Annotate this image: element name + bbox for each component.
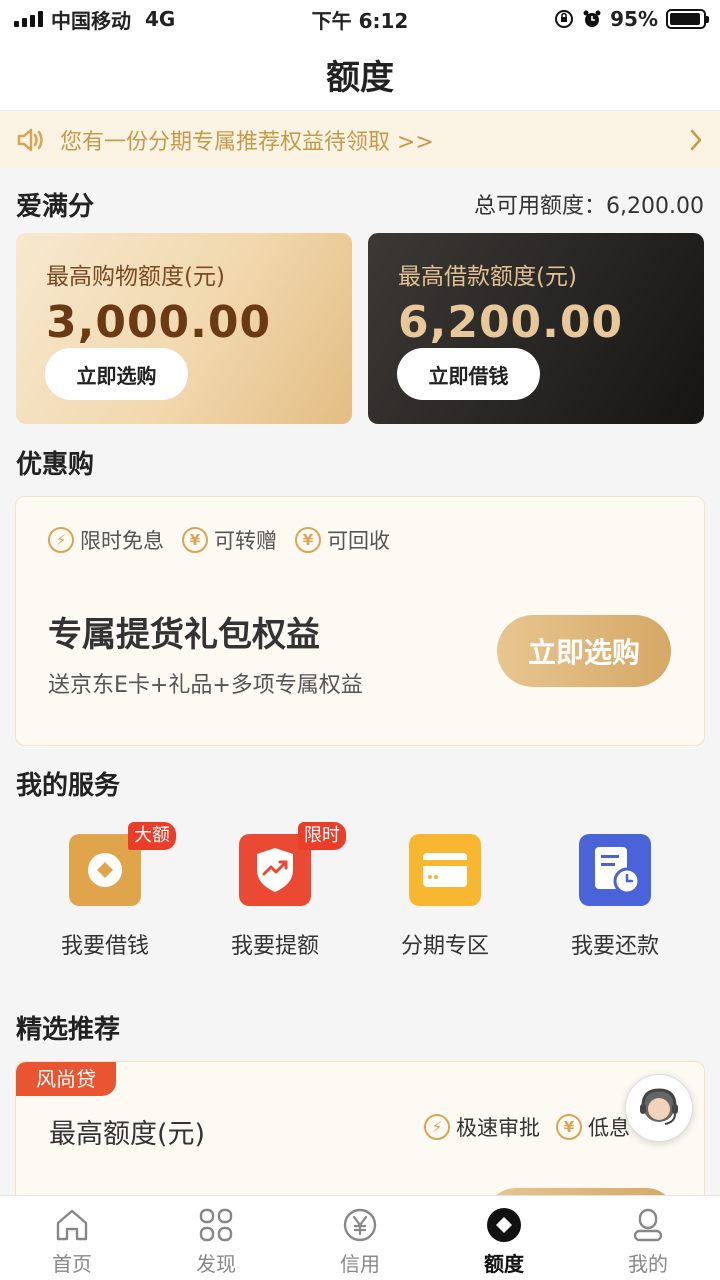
shopping-credit-card[interactable]: 最高购物额度(元) 3,000.00 立即选购 — [16, 233, 352, 424]
feature-label: 极速审批 — [456, 1116, 540, 1140]
service-installments[interactable]: 分期专区 — [360, 834, 530, 964]
section-title-recommend: 精选推荐 — [16, 1015, 121, 1045]
tab-label: 首页 — [52, 1252, 92, 1276]
product-tag: 风尚贷 — [16, 1062, 116, 1096]
service-raise-limit[interactable]: 限时 我要提额 — [190, 822, 360, 964]
status-bar: 中国移动 4G 下午 6:12 95% — [0, 0, 720, 38]
section-title-credit: 爱满分 — [16, 192, 95, 222]
tab-credit[interactable]: 信用 — [288, 1196, 432, 1280]
recommend-feature: ⚡ 极速审批 — [424, 1112, 540, 1142]
service-label: 我要借钱 — [60, 934, 149, 959]
alarm-icon — [583, 10, 601, 27]
promo-tag: ⚡ 限时免息 — [48, 525, 164, 555]
lightning-icon: ⚡ — [424, 1114, 450, 1140]
chevron-right-icon — [690, 129, 702, 151]
shop-now-button[interactable]: 立即选购 — [45, 348, 188, 400]
tab-label: 发现 — [196, 1252, 236, 1276]
customer-service-button[interactable] — [625, 1074, 693, 1142]
clock: 下午 6:12 — [311, 8, 409, 33]
loan-credit-amount: 6,200.00 — [398, 297, 624, 348]
feature-label: 低息 — [588, 1116, 630, 1140]
lightning-icon: ⚡ — [48, 527, 74, 553]
nav-header: 额度 — [0, 38, 720, 111]
recommend-card[interactable]: 风尚贷 最高额度(元) ⚡ 极速审批 ¥ 低息 — [15, 1061, 705, 1211]
max-credit-label: 最高额度(元) — [49, 1119, 206, 1150]
total-available-credit: 总可用额度：6,200.00 — [474, 194, 704, 219]
service-label: 我要提额 — [230, 934, 319, 959]
promo-tag-label: 可转赠 — [214, 529, 277, 553]
notice-bar[interactable]: 您有一份分期专属推荐权益待领取 >> — [0, 112, 720, 168]
promo-card[interactable]: ⚡ 限时免息 ¥ 可转赠 ¥ 可回收 专属提货礼包权益 送京东E卡+礼品+多项专… — [15, 496, 705, 746]
user-icon — [633, 1208, 663, 1242]
promo-tag-label: 可回收 — [327, 529, 390, 553]
promo-tag-label: 限时免息 — [80, 529, 164, 553]
speaker-icon — [17, 128, 43, 152]
promo-tags: ⚡ 限时免息 ¥ 可转赠 ¥ 可回收 — [48, 525, 390, 555]
tab-discover[interactable]: 发现 — [144, 1196, 288, 1280]
page-title: 额度 — [326, 57, 394, 98]
service-badge: 限时 — [298, 822, 346, 850]
service-label: 我要还款 — [570, 934, 659, 959]
promo-shop-now-button[interactable]: 立即选购 — [497, 615, 671, 687]
battery-percent: 95% — [610, 7, 658, 31]
promo-title: 专属提货礼包权益 — [48, 615, 320, 655]
tab-bar: 首页 发现 信用 额度 我的 — [0, 1195, 720, 1280]
recommend-features: ⚡ 极速审批 ¥ 低息 — [424, 1112, 630, 1142]
promo-tag: ¥ 可转赠 — [182, 525, 277, 555]
yen-circle-icon — [343, 1208, 377, 1242]
loan-credit-label: 最高借款额度(元) — [398, 264, 577, 290]
service-label: 分期专区 — [400, 934, 489, 959]
network-type: 4G — [145, 7, 176, 31]
signal-icon — [14, 11, 43, 27]
card-icon — [409, 834, 481, 906]
service-badge: 大额 — [128, 822, 176, 850]
service-borrow[interactable]: 大额 我要借钱 — [20, 822, 190, 964]
home-icon — [56, 1209, 88, 1241]
shopping-credit-amount: 3,000.00 — [46, 297, 272, 348]
promo-subtitle: 送京东E卡+礼品+多项专属权益 — [48, 673, 363, 698]
orientation-lock-icon — [555, 10, 574, 28]
diamond-icon — [487, 1208, 521, 1242]
promo-tag: ¥ 可回收 — [295, 525, 390, 555]
tab-label: 信用 — [340, 1252, 380, 1276]
recommend-feature: ¥ 低息 — [556, 1112, 630, 1142]
yen-icon: ¥ — [295, 527, 321, 553]
loan-credit-card[interactable]: 最高借款额度(元) 6,200.00 立即借钱 — [368, 233, 704, 424]
borrow-now-button[interactable]: 立即借钱 — [397, 348, 540, 400]
tab-label: 我的 — [628, 1252, 668, 1276]
section-title-promo: 优惠购 — [16, 450, 95, 480]
tab-home[interactable]: 首页 — [0, 1196, 144, 1280]
battery-icon — [666, 9, 709, 29]
tab-label: 额度 — [484, 1252, 524, 1276]
yen-icon: ¥ — [182, 527, 208, 553]
customer-service-icon — [640, 1088, 678, 1125]
carrier-name: 中国移动 — [51, 8, 131, 33]
grid-icon — [199, 1208, 233, 1242]
service-repay[interactable]: 我要还款 — [530, 834, 700, 964]
yen-icon: ¥ — [556, 1114, 582, 1140]
section-title-services: 我的服务 — [16, 771, 121, 801]
shopping-credit-label: 最高购物额度(元) — [46, 264, 225, 290]
notice-text: 您有一份分期专属推荐权益待领取 >> — [60, 130, 434, 155]
tab-quota[interactable]: 额度 — [432, 1196, 576, 1280]
bill-clock-icon — [579, 834, 651, 906]
tab-mine[interactable]: 我的 — [576, 1196, 720, 1280]
